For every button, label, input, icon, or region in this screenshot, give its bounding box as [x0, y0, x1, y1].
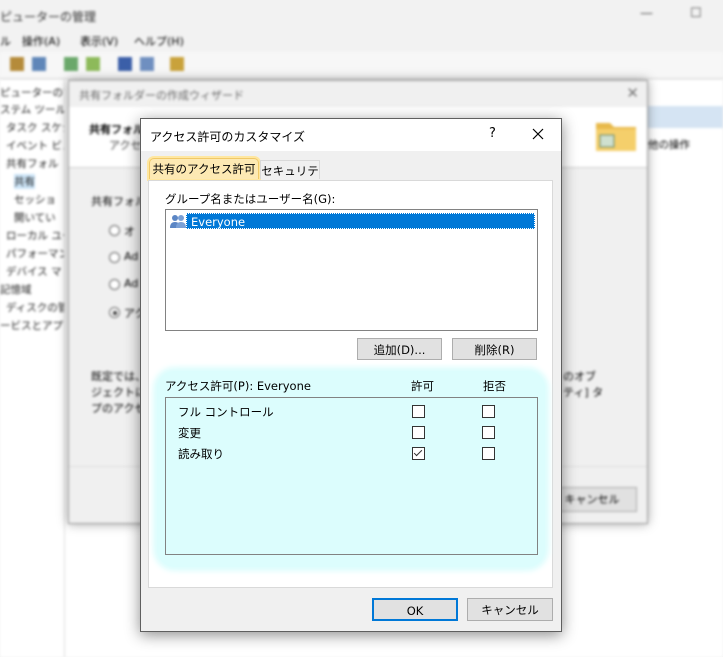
console-tree: ピューターの管理 ステム ツール タスク スケジ イベント ビュ 共有フォル 共… [0, 80, 84, 657]
user-name: Everyone [186, 213, 535, 229]
permission-name: フル コントロール [178, 405, 274, 419]
toolbar-up-icon[interactable] [10, 57, 24, 71]
tree-item[interactable]: 開いてい [14, 210, 56, 225]
toolbar [0, 52, 723, 79]
wizard-header-subtitle: アクセ [109, 139, 142, 152]
ok-button[interactable]: OK [372, 598, 458, 621]
actions-pane: 他の操作 [646, 80, 723, 657]
allow-column-header: 許可 [411, 379, 434, 393]
tree-item[interactable]: タスク スケジ [6, 120, 72, 135]
actions-header [646, 106, 723, 128]
list-item[interactable]: Everyone [169, 213, 535, 229]
wizard-radio[interactable] [109, 279, 120, 290]
toolbar-export-icon[interactable] [86, 57, 100, 71]
tree-item[interactable]: 共有フォル [6, 156, 59, 171]
permission-row-read: 読み取り [166, 444, 537, 464]
permissions-label: アクセス許可(P): Everyone [165, 379, 311, 393]
group-user-label: グループ名またはユーザー名(G): [165, 192, 336, 206]
permission-name: 変更 [178, 426, 201, 440]
tab-share-permissions[interactable]: 共有のアクセス許可 [149, 158, 259, 179]
tree-item[interactable]: ステム ツール [0, 102, 66, 117]
tree-item[interactable]: セッショ [14, 192, 56, 207]
tree-item[interactable]: イベント ビュ [6, 138, 72, 153]
group-user-list[interactable]: Everyone [165, 209, 538, 331]
tree-item[interactable]: パフォーマン [6, 246, 69, 261]
menu-file[interactable]: ル [0, 33, 11, 49]
deny-checkbox[interactable] [482, 426, 495, 439]
add-button[interactable]: 追加(D)... [357, 338, 442, 360]
cancel-button[interactable]: キャンセル [467, 598, 553, 621]
actions-more[interactable]: 他の操作 [648, 137, 690, 152]
allow-checkbox[interactable] [412, 405, 425, 418]
permission-row-change: 変更 [166, 423, 537, 443]
minimize-icon[interactable]: — [640, 6, 653, 21]
tree-item[interactable]: ローカル ユー [6, 228, 72, 243]
wizard-radio[interactable] [109, 252, 120, 263]
tab-security[interactable]: セキュリティ [260, 160, 320, 198]
deny-checkbox[interactable] [482, 405, 495, 418]
shared-folder-icon [596, 123, 636, 151]
tree-item[interactable]: デバイス マ [6, 264, 62, 279]
remove-button[interactable]: 削除(R) [452, 338, 537, 360]
permission-name: 読み取り [178, 447, 224, 461]
maximize-icon[interactable]: ☐ [690, 6, 702, 21]
wizard-text: 既定では、 [91, 370, 146, 383]
wizard-radio-label: Ad [124, 250, 139, 263]
users-group-icon [170, 215, 186, 228]
tree-item[interactable]: ディスクの管 [6, 300, 68, 315]
permission-row-full-control: フル コントロール [166, 402, 537, 422]
menu-action[interactable]: 操作(A) [22, 33, 60, 49]
wizard-title: 共有フォルダーの作成ウィザード [79, 89, 244, 102]
toolbar-show-hide-icon[interactable] [32, 57, 46, 71]
toolbar-new-share-icon[interactable] [170, 57, 184, 71]
wizard-radio-label: オ [124, 225, 135, 238]
permissions-list: フル コントロール 変更 読み取り [165, 397, 538, 555]
wizard-radio-label: Ad [124, 277, 139, 290]
dialog-titlebar: アクセス許可のカスタマイズ ? [141, 119, 561, 151]
wizard-label: 共有フォル [91, 195, 146, 208]
deny-column-header: 拒否 [483, 379, 506, 393]
wizard-text: ティ] タ [563, 386, 604, 399]
deny-checkbox[interactable] [482, 447, 495, 460]
menu-help[interactable]: ヘルプ(H) [134, 33, 184, 49]
wizard-radio-selected[interactable] [109, 307, 120, 318]
window-title: ピューターの管理 [0, 10, 97, 24]
customize-permissions-dialog: アクセス許可のカスタマイズ ? 共有のアクセス許可 セキュリティ グループ名また… [140, 118, 562, 632]
toolbar-properties-icon[interactable] [140, 57, 154, 71]
wizard-text: のオブ [563, 370, 596, 383]
wizard-close-icon[interactable]: ✕ [626, 84, 639, 102]
share-permissions-panel: グループ名またはユーザー名(G): Everyone 追加(D)... 削除(R… [148, 180, 553, 588]
tree-item[interactable]: ービスとアプリ [0, 318, 74, 333]
toolbar-help-icon[interactable] [118, 57, 132, 71]
tree-item[interactable]: 記憶域 [0, 282, 32, 297]
menu-bar: ル 操作(A) 表示(V) ヘルプ(H) [0, 30, 723, 50]
toolbar-refresh-icon[interactable] [64, 57, 78, 71]
wizard-header-title: 共有フォル [89, 123, 144, 136]
menu-view[interactable]: 表示(V) [80, 33, 118, 49]
allow-checkbox[interactable] [412, 447, 425, 460]
dialog-title: アクセス許可のカスタマイズ [150, 130, 306, 144]
wizard-radio[interactable] [109, 225, 120, 236]
close-icon[interactable] [529, 125, 547, 143]
help-icon[interactable]: ? [489, 126, 496, 141]
allow-checkbox[interactable] [412, 426, 425, 439]
tree-item-selected[interactable]: 共有 [14, 174, 35, 189]
